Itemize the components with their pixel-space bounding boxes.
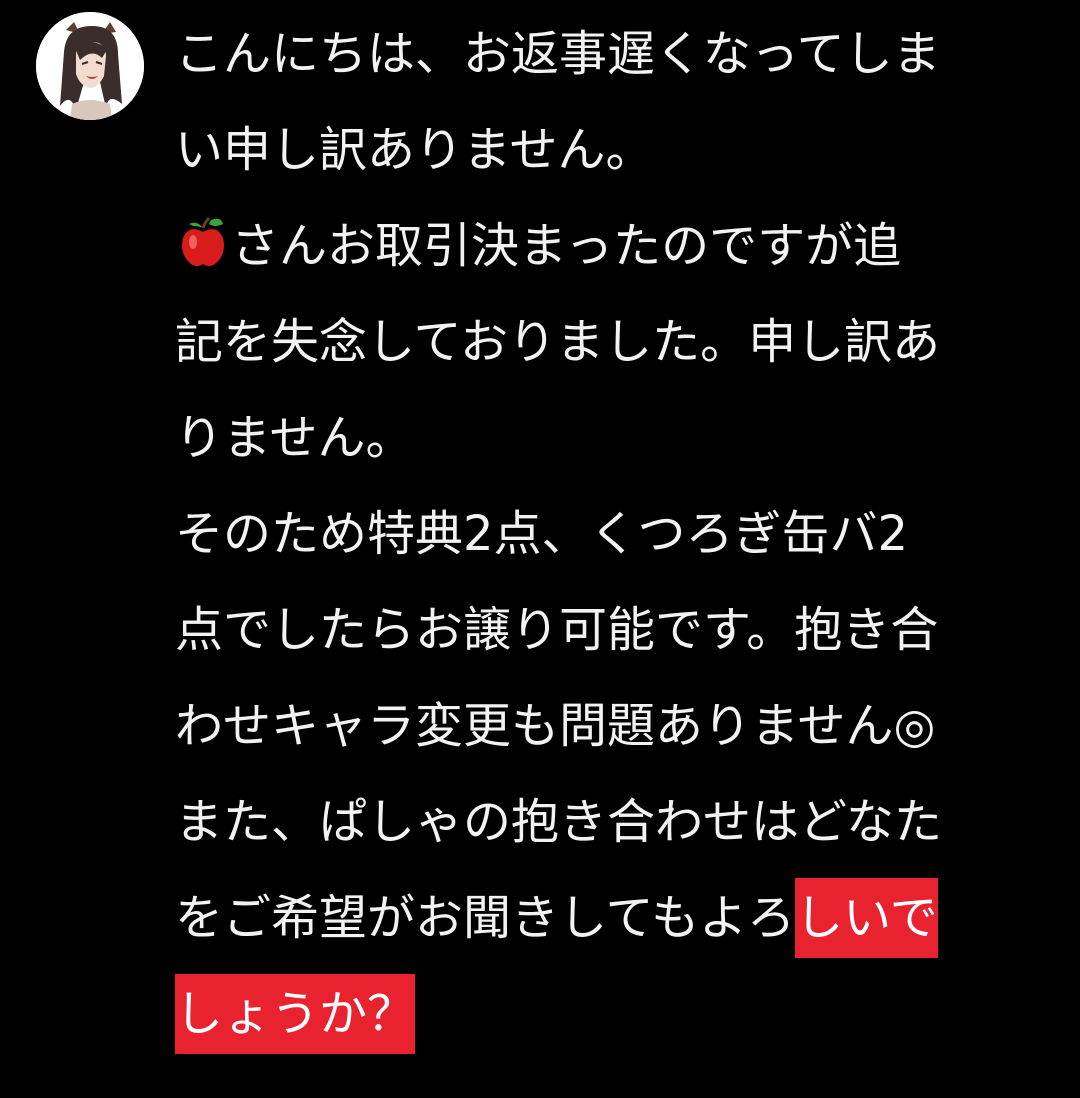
message-text: こんにちは、お返事遅くなってしま い申し訳ありません。 さんお取引決まったのです… [175,6,1045,1062]
message-line: さんお取引決まったのですが追 [175,198,1045,294]
message-line: しょうか？ [175,966,1045,1062]
character-portrait-icon [36,12,144,120]
highlighted-text: しょうか？ [175,974,416,1054]
message-line: をご希望がお聞きしてもよろしいで [175,870,1045,966]
avatar[interactable] [36,12,144,120]
red-apple-icon [175,204,231,266]
message-line: そのため特典2点、くつろぎ缶バ2 [175,506,909,562]
message-line: こんにちは、お返事遅くなってしま [175,26,941,82]
message-line: わせキャラ変更も問題ありません◎ [175,698,936,754]
message-line: い申し訳ありません。 [175,122,654,178]
message-line: また、ぱしゃの抱き合わせはどなた [175,794,943,850]
message-line: りません。 [175,410,414,466]
highlighted-text: しいで [795,878,938,958]
chat-message: こんにちは、お返事遅くなってしま い申し訳ありません。 さんお取引決まったのです… [0,0,1080,1098]
message-line: 記を失念しておりました。申し訳あ [175,314,941,370]
message-line: 点でしたらお譲り可能です。抱き合 [175,602,939,658]
